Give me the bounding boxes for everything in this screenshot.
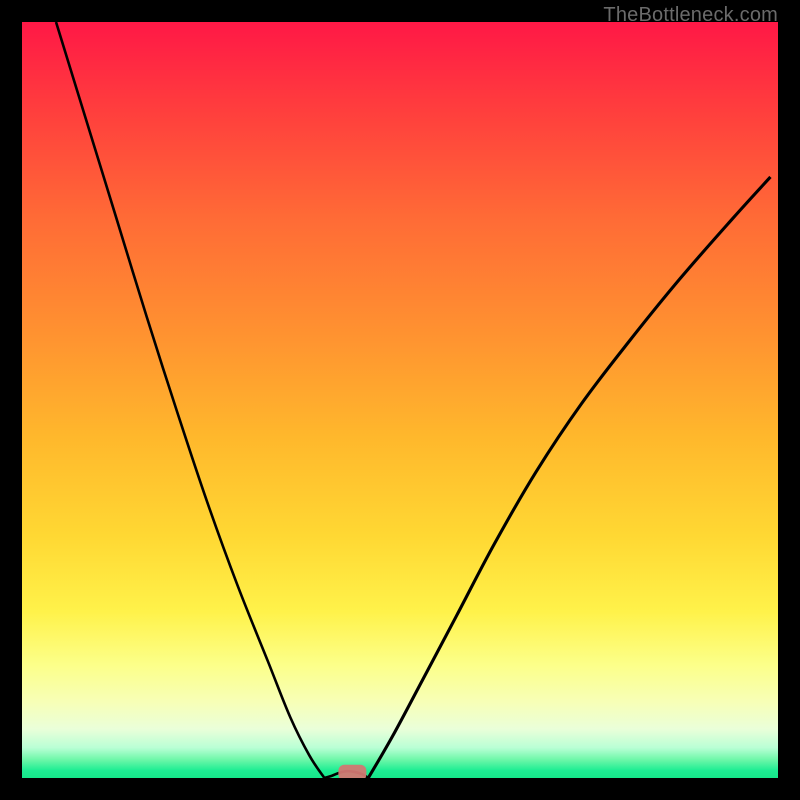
plot-area xyxy=(22,22,778,778)
bottleneck-curve-left xyxy=(56,22,324,778)
watermark-text: TheBottleneck.com xyxy=(603,4,778,27)
chart-svg xyxy=(22,22,778,778)
outer-frame: TheBottleneck.com xyxy=(0,0,800,800)
minimum-marker xyxy=(338,765,366,778)
bottleneck-curve-right xyxy=(368,177,770,778)
